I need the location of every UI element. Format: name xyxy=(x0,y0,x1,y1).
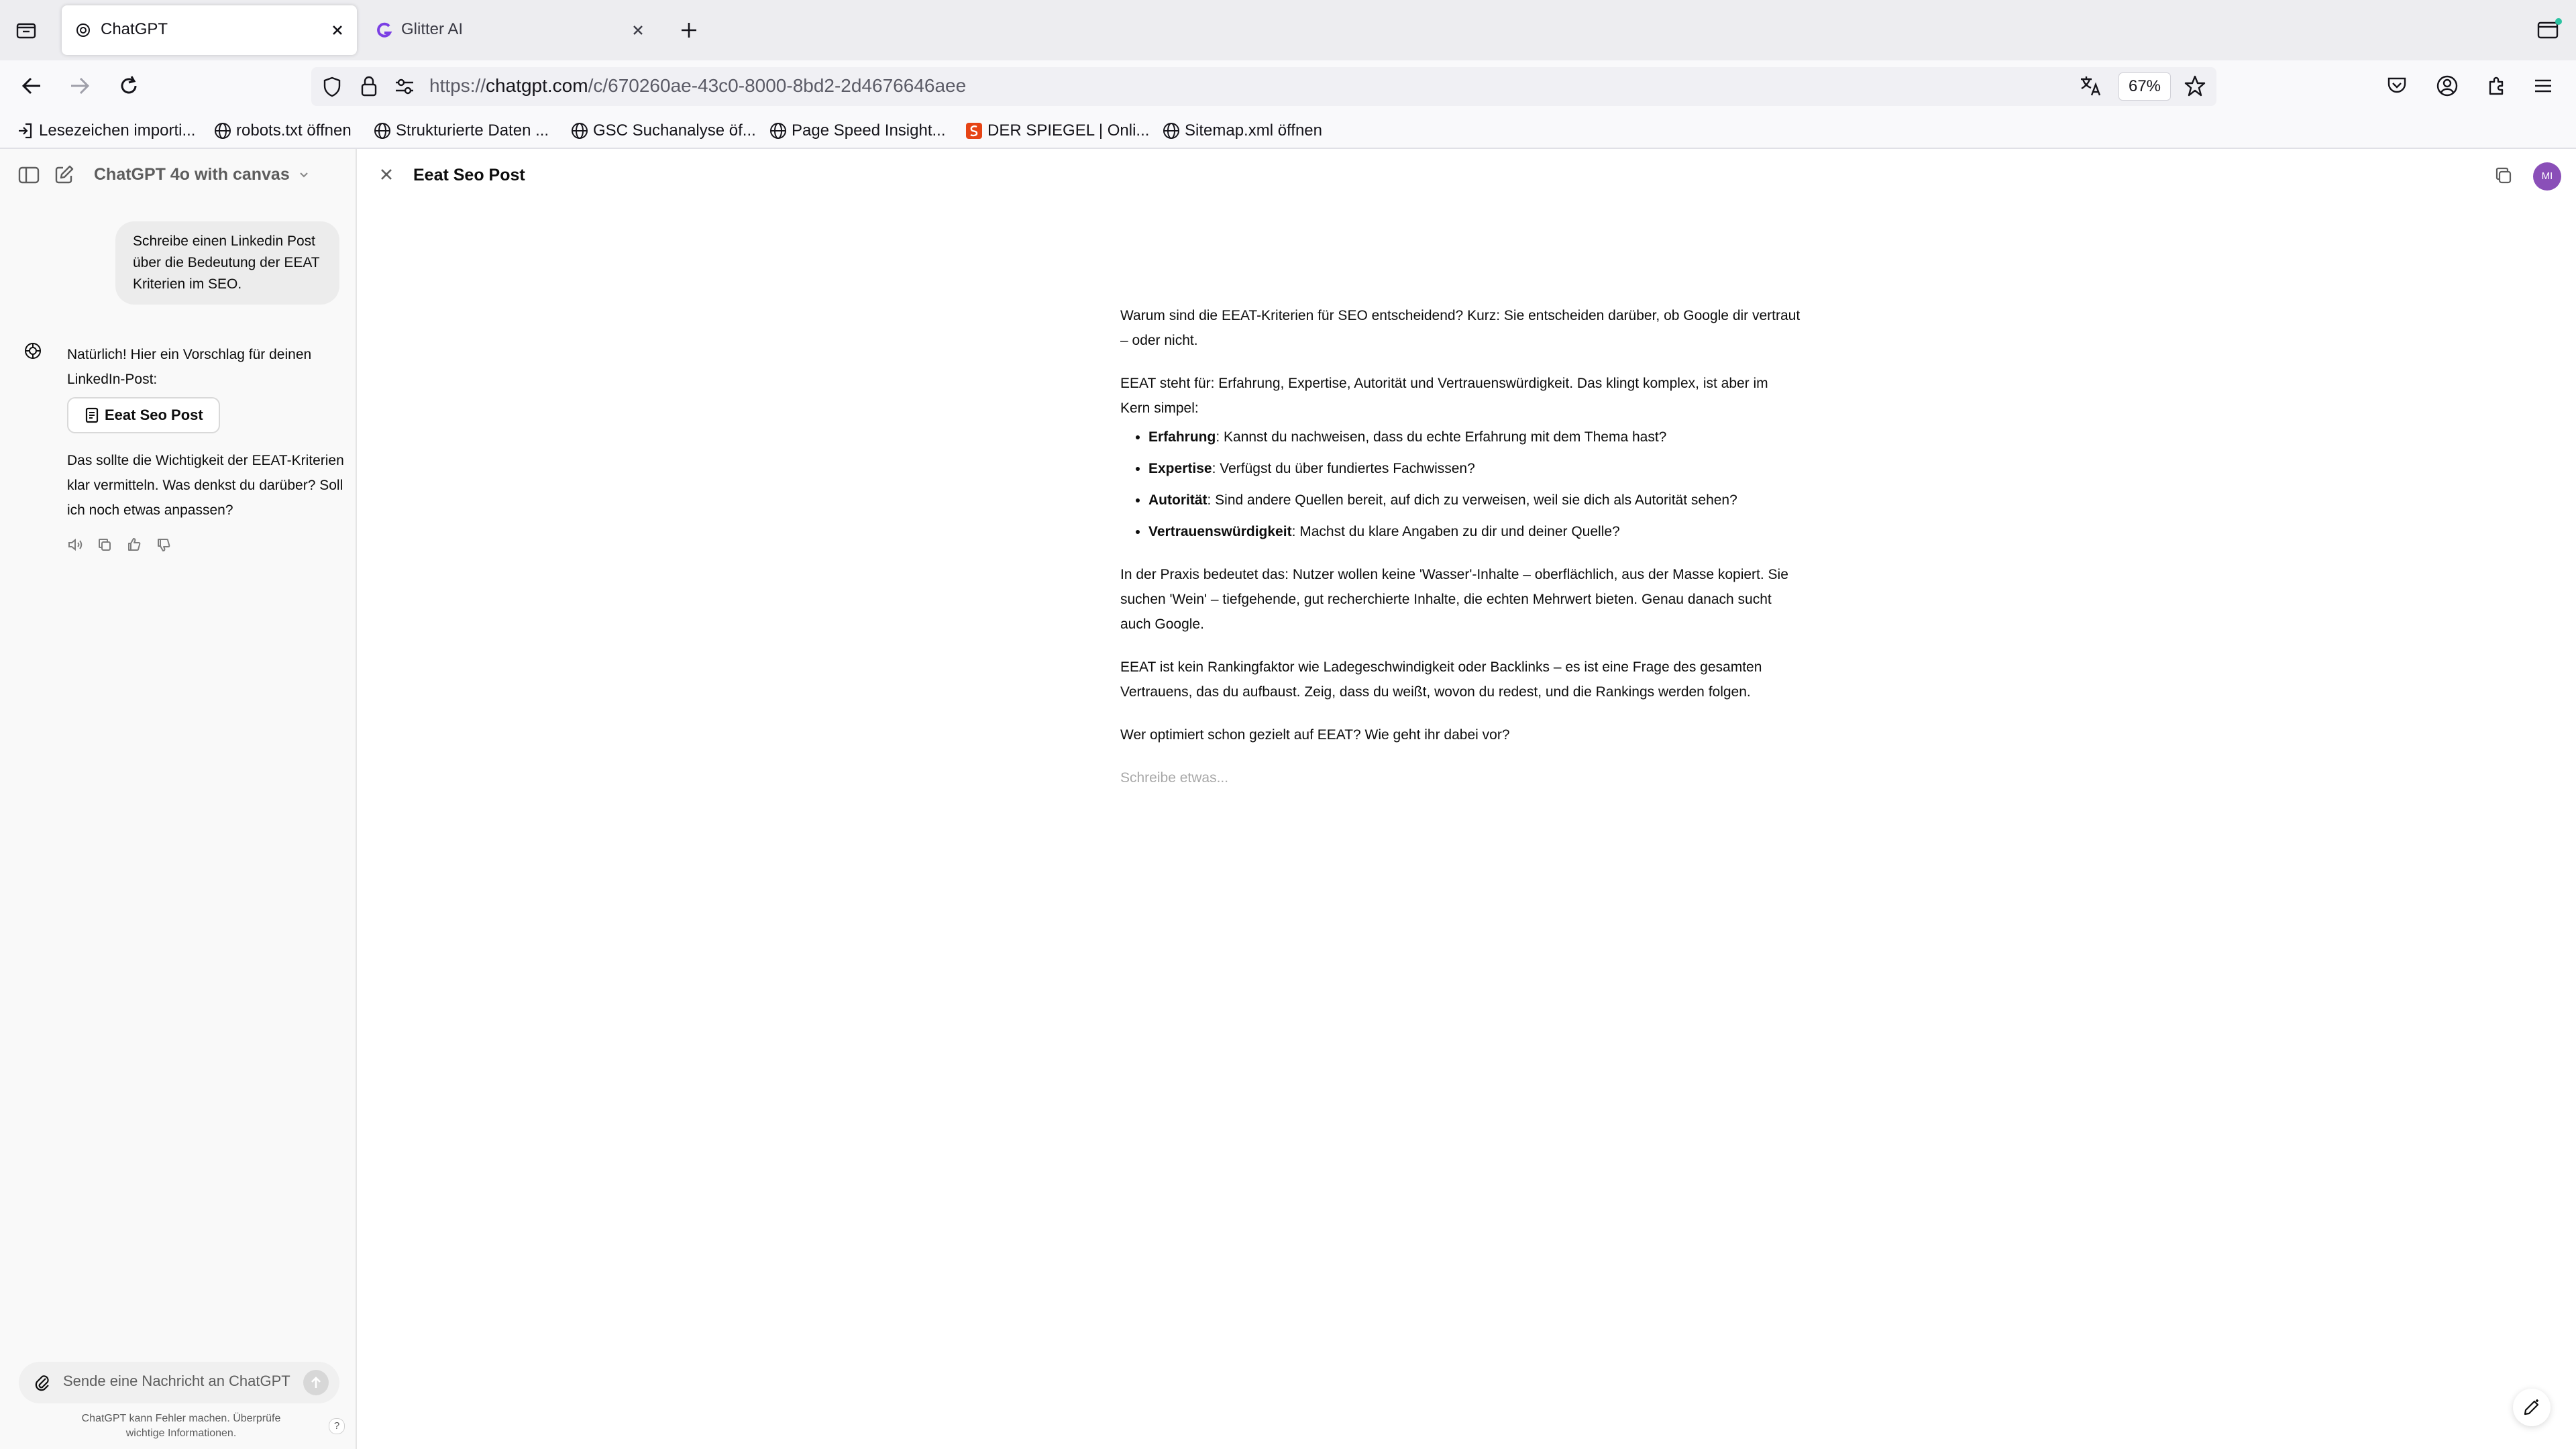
edit-suggestions-button[interactable] xyxy=(2513,1389,2551,1426)
spiegel-icon xyxy=(965,121,983,140)
menu-icon[interactable] xyxy=(2532,75,2555,97)
list-item: Expertise: Verfügst du über fundiertes F… xyxy=(1148,456,1801,481)
list-item: Erfahrung: Kannst du nachweisen, dass du… xyxy=(1148,425,1801,449)
doc-paragraph: Wer optimiert schon gezielt auf EEAT? Wi… xyxy=(1120,727,1510,743)
doc-placeholder[interactable]: Schreibe etwas... xyxy=(1120,765,1801,790)
new-chat-icon[interactable] xyxy=(54,164,75,185)
message-actions xyxy=(67,537,172,553)
doc-paragraph: Warum sind die EEAT-Kriterien für SEO en… xyxy=(1120,308,1801,348)
assistant-message-outro: Das sollte die Wichtigkeit der EEAT-Krit… xyxy=(67,453,344,518)
bookmark-item[interactable]: robots.txt öffnen xyxy=(213,119,352,142)
pencil-icon xyxy=(2522,1398,2541,1417)
firefox-view-icon[interactable] xyxy=(2536,17,2563,42)
extensions-icon[interactable] xyxy=(2485,74,2509,98)
thumbs-up-icon[interactable] xyxy=(126,537,142,553)
globe-icon xyxy=(769,121,788,140)
help-button[interactable]: ? xyxy=(329,1418,345,1434)
back-icon[interactable] xyxy=(19,74,44,98)
doc-paragraph: In der Praxis bedeutet das: Nutzer wolle… xyxy=(1120,567,1788,632)
doc-paragraph: EEAT steht für: Erfahrung, Expertise, Au… xyxy=(1120,376,1768,416)
list-item: Vertrauenswürdigkeit: Machst du klare An… xyxy=(1148,519,1801,544)
list-item: Autorität: Sind andere Quellen bereit, a… xyxy=(1148,488,1801,513)
chatgpt-avatar-icon xyxy=(23,341,43,361)
doc-paragraph: EEAT ist kein Rankingfaktor wie Ladegesc… xyxy=(1120,659,1762,700)
zoom-level-button[interactable]: 67% xyxy=(2118,72,2171,101)
site-permissions-icon[interactable] xyxy=(393,76,416,97)
read-aloud-icon[interactable] xyxy=(67,537,83,553)
tab-title: ChatGPT xyxy=(101,20,168,38)
translate-icon[interactable] xyxy=(2078,74,2102,98)
new-tab-icon[interactable] xyxy=(678,19,700,42)
lock-icon[interactable] xyxy=(358,74,380,98)
model-selector[interactable]: ChatGPT 4o with canvas xyxy=(94,165,311,184)
bookmark-item[interactable]: Strukturierte Daten ... xyxy=(373,119,549,142)
tab-chatgpt[interactable]: ChatGPT xyxy=(62,5,357,55)
open-canvas-label: Eeat Seo Post xyxy=(105,407,203,423)
tracking-protection-shield-icon[interactable] xyxy=(321,75,343,98)
pocket-icon[interactable] xyxy=(2385,74,2408,97)
account-icon[interactable] xyxy=(2435,74,2459,98)
copy-canvas-icon[interactable] xyxy=(2493,165,2514,186)
close-canvas-icon[interactable] xyxy=(377,165,396,184)
chatgpt-favicon-icon xyxy=(75,22,91,38)
disclaimer-text: ChatGPT kann Fehler machen. Überprüfe wi… xyxy=(81,1413,281,1439)
tab-overview-icon[interactable] xyxy=(15,19,38,42)
attach-icon[interactable] xyxy=(34,1373,51,1393)
chevron-down-icon xyxy=(297,168,311,182)
bookmark-item[interactable]: Sitemap.xml öffnen xyxy=(1162,119,1322,142)
forward-icon[interactable] xyxy=(67,74,93,98)
tab-glitter-ai[interactable]: Glitter AI xyxy=(362,5,657,55)
toggle-sidebar-icon[interactable] xyxy=(17,165,40,185)
globe-icon xyxy=(373,121,392,140)
glitter-favicon-icon xyxy=(376,22,393,40)
bookmark-item[interactable]: Page Speed Insight... xyxy=(769,119,946,142)
import-icon xyxy=(16,121,35,140)
tab-title: Glitter AI xyxy=(401,20,464,38)
user-message: Schreibe einen Linkedin Post über die Be… xyxy=(115,221,339,305)
user-avatar[interactable]: MI xyxy=(2533,162,2561,191)
canvas-title: Eeat Seo Post xyxy=(413,166,525,184)
globe-icon xyxy=(570,121,589,140)
arrow-up-icon xyxy=(309,1375,323,1390)
message-input[interactable]: Sende eine Nachricht an ChatGPT xyxy=(63,1373,290,1390)
canvas-document[interactable]: Warum sind die EEAT-Kriterien für SEO en… xyxy=(1120,303,1801,808)
reload-icon[interactable] xyxy=(117,74,141,98)
globe-icon xyxy=(1162,121,1181,140)
bookmark-item[interactable]: DER SPIEGEL | Onli... xyxy=(965,119,1149,142)
close-tab-icon[interactable] xyxy=(629,21,647,39)
doc-bullet-list: Erfahrung: Kannst du nachweisen, dass du… xyxy=(1120,425,1801,544)
bookmark-star-icon[interactable] xyxy=(2183,74,2207,98)
bookmark-item[interactable]: GSC Suchanalyse öf... xyxy=(570,119,756,142)
send-button[interactable] xyxy=(303,1370,329,1395)
url-text[interactable]: https://chatgpt.com/c/670260ae-43c0-8000… xyxy=(429,75,966,97)
document-icon xyxy=(85,407,99,423)
globe-icon xyxy=(213,121,232,140)
assistant-message-intro: Natürlich! Hier ein Vorschlag für deinen… xyxy=(67,347,312,387)
thumbs-down-icon[interactable] xyxy=(156,537,172,553)
close-tab-icon[interactable] xyxy=(329,21,346,39)
bookmark-item[interactable]: Lesezeichen importi... xyxy=(16,119,195,142)
open-canvas-button[interactable]: Eeat Seo Post xyxy=(67,397,220,433)
copy-icon[interactable] xyxy=(97,537,113,553)
